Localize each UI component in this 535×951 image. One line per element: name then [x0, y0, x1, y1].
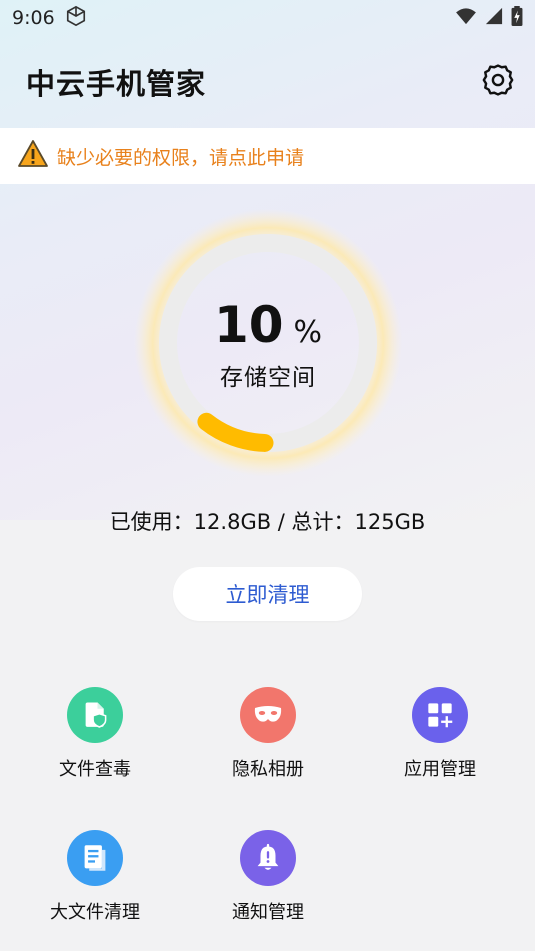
warning-text: 缺少必要的权限，请点此申请 — [57, 146, 305, 169]
clean-now-button[interactable]: 立即清理 — [173, 567, 362, 621]
privacy-mask-icon — [240, 687, 296, 743]
tool-label: 大文件清理 — [50, 902, 140, 923]
permission-warning-banner[interactable]: 缺少必要的权限，请点此申请 — [0, 128, 535, 184]
signal-icon — [485, 7, 503, 30]
warning-icon — [17, 139, 49, 173]
bell-icon — [240, 830, 296, 886]
storage-label: 存储空间 — [220, 365, 316, 391]
tool-app-management[interactable]: 应用管理 — [365, 687, 515, 781]
tool-file-virus-scan[interactable]: 文件查毒 — [20, 687, 170, 781]
tool-label: 应用管理 — [404, 759, 476, 780]
tool-private-album[interactable]: 隐私相册 — [193, 687, 343, 781]
status-time: 9:06 — [12, 7, 55, 29]
battery-icon — [511, 5, 523, 31]
tool-label: 隐私相册 — [232, 759, 304, 780]
tool-notification-management[interactable]: 通知管理 — [193, 830, 343, 924]
file-shield-icon — [67, 687, 123, 743]
cube-icon — [65, 5, 87, 32]
settings-button[interactable] — [478, 62, 518, 102]
page-title: 中云手机管家 — [26, 67, 207, 101]
tool-label: 通知管理 — [232, 902, 304, 923]
storage-gauge: 10 % 存储空间 — [133, 208, 403, 478]
tool-label: 文件查毒 — [59, 759, 131, 780]
storage-percent-value: 10 — [213, 296, 284, 354]
wifi-icon — [455, 7, 477, 30]
gear-icon — [481, 63, 515, 101]
app-grid-icon — [412, 687, 468, 743]
storage-percent-sign: % — [293, 315, 323, 350]
tool-large-file-cleanup[interactable]: 大文件清理 — [20, 830, 170, 924]
document-icon — [67, 830, 123, 886]
storage-usage-text: 已使用：12.8GB / 总计：125GB — [109, 510, 426, 534]
status-bar: 9:06 — [0, 0, 535, 36]
app-header: 中云手机管家 — [0, 52, 535, 112]
